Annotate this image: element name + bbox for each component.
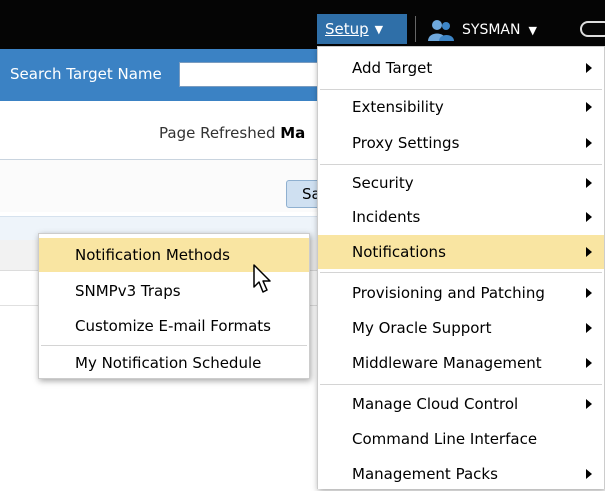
menu-item-label: Manage Cloud Control <box>352 395 519 413</box>
menu-item-label: Incidents <box>352 208 421 226</box>
menu-item-management-packs[interactable]: Management Packs <box>318 457 604 491</box>
menu-item-label: Middleware Management <box>352 354 542 372</box>
menu-item-proxy-settings[interactable]: Proxy Settings <box>318 126 604 160</box>
page-refreshed-text: Page Refreshed Ma <box>159 124 305 142</box>
menu-item-label: Proxy Settings <box>352 134 460 152</box>
user-icon <box>428 20 454 41</box>
chevron-right-icon <box>586 399 592 409</box>
menu-item-label: Command Line Interface <box>352 430 538 448</box>
search-input[interactable] <box>179 62 339 87</box>
chevron-right-icon <box>586 358 592 368</box>
chevron-down-icon: ▼ <box>528 23 537 37</box>
menu-item-middleware-management[interactable]: Middleware Management <box>318 346 604 380</box>
menu-item-my-oracle-support[interactable]: My Oracle Support <box>318 311 604 345</box>
menu-item-label: My Notification Schedule <box>75 354 262 372</box>
chevron-right-icon <box>586 323 592 333</box>
menu-item-notifications[interactable]: Notifications <box>318 235 604 269</box>
chevron-right-icon <box>586 138 592 148</box>
menu-item-label: Management Packs <box>352 465 498 483</box>
refresh-prefix: Page Refreshed <box>159 124 281 142</box>
menu-item-label: Security <box>352 174 414 192</box>
menu-item-label: Provisioning and Patching <box>352 284 545 302</box>
mouse-pointer-icon <box>253 264 271 293</box>
menu-item-manage-cloud-control[interactable]: Manage Cloud Control <box>318 387 604 421</box>
setup-menu-button[interactable]: Setup ▼ <box>317 14 407 44</box>
menu-item-label: SNMPv3 Traps <box>75 282 181 300</box>
user-menu-button[interactable]: SYSMAN ▼ <box>428 16 537 44</box>
search-label: Search Target Name <box>10 65 162 83</box>
menu-item-add-target[interactable]: Add Target <box>318 51 604 85</box>
menu-item-provisioning-and-patching[interactable]: Provisioning and Patching <box>318 276 604 310</box>
refresh-value: Ma <box>280 124 306 142</box>
menu-item-label: Notification Methods <box>75 246 230 264</box>
menu-item-label: Add Target <box>352 59 433 77</box>
chevron-right-icon <box>586 212 592 222</box>
setup-label: Setup <box>325 20 369 38</box>
menu-item-label: Customize E-mail Formats <box>75 317 271 335</box>
menu-divider <box>320 384 602 385</box>
menu-item-label: My Oracle Support <box>352 319 492 337</box>
top-bar: Setup ▼ SYSMAN ▼ <box>0 0 605 49</box>
menu-item-incidents[interactable]: Incidents <box>318 200 604 234</box>
menu-item-label: Extensibility <box>352 98 444 116</box>
menu-divider <box>320 272 602 273</box>
toolbar <box>0 160 330 212</box>
notifications-submenu: Notification Methods SNMPv3 Traps Custom… <box>38 233 310 379</box>
user-name: SYSMAN <box>462 22 521 38</box>
menu-item-security[interactable]: Security <box>318 166 604 200</box>
chevron-down-icon: ▼ <box>374 22 384 36</box>
menu-divider <box>320 164 602 165</box>
chevron-right-icon <box>586 469 592 479</box>
setup-dropdown-menu: Add Target Extensibility Proxy Settings … <box>317 46 605 489</box>
menu-item-label: Notifications <box>352 243 446 261</box>
chevron-right-icon <box>586 178 592 188</box>
submenu-item-customize-email-formats[interactable]: Customize E-mail Formats <box>39 309 309 343</box>
menu-item-command-line-interface[interactable]: Command Line Interface <box>318 422 604 456</box>
submenu-item-my-notification-schedule[interactable]: My Notification Schedule <box>39 346 309 380</box>
chevron-right-icon <box>586 247 592 257</box>
help-icon[interactable] <box>580 21 605 37</box>
divider <box>415 16 416 42</box>
chevron-right-icon <box>586 102 592 112</box>
chevron-right-icon <box>586 288 592 298</box>
chevron-right-icon <box>586 63 592 73</box>
menu-item-extensibility[interactable]: Extensibility <box>318 90 604 124</box>
